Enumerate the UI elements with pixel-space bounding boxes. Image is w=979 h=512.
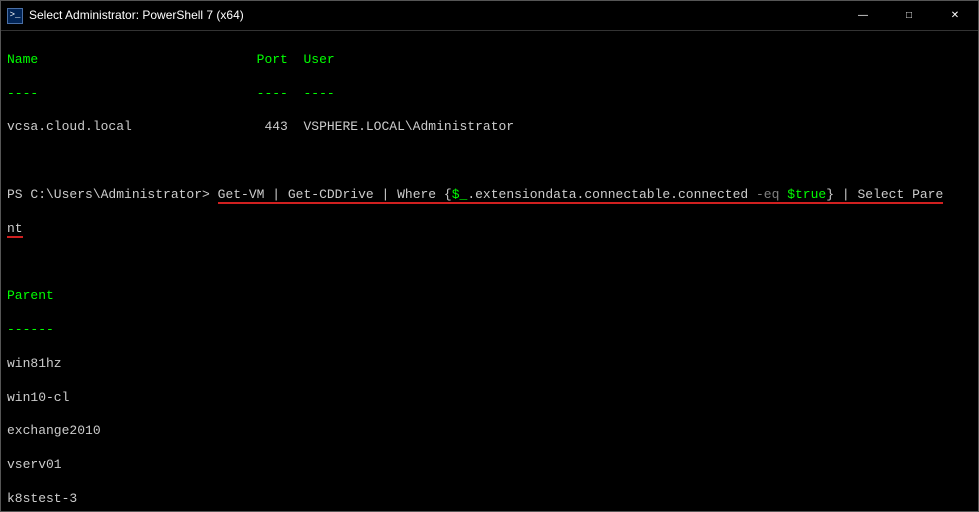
cmd1-true: $true bbox=[787, 187, 826, 204]
maximize-button[interactable]: □ bbox=[886, 1, 932, 30]
conn-name: vcsa.cloud.local bbox=[7, 119, 132, 134]
cmd1-eq: -eq bbox=[756, 187, 779, 204]
cmd1-wrap: nt bbox=[7, 221, 23, 238]
col-name-header: Name bbox=[7, 52, 38, 67]
parent-item: win10-cl bbox=[7, 390, 69, 405]
parent-item: exchange2010 bbox=[7, 423, 101, 438]
col-name-dash: ---- bbox=[7, 86, 38, 101]
conn-user: VSPHERE.LOCAL\Administrator bbox=[303, 119, 514, 134]
parent-item: win81hz bbox=[7, 356, 62, 371]
conn-port: 443 bbox=[264, 119, 287, 134]
cmd1-where: Where bbox=[397, 187, 436, 204]
powershell-icon: >_ bbox=[7, 8, 23, 24]
prompt: PS C:\Users\Administrator> bbox=[7, 187, 218, 202]
terminal-output[interactable]: Name Port User ---- ---- ---- vcsa.cloud… bbox=[1, 31, 978, 511]
parent-header-dash: ------ bbox=[7, 322, 54, 337]
cmd1-select: Select bbox=[857, 187, 904, 204]
parent-item: vserv01 bbox=[7, 457, 62, 472]
titlebar: >_ Select Administrator: PowerShell 7 (x… bbox=[1, 1, 978, 31]
col-user-header: User bbox=[303, 52, 334, 67]
minimize-button[interactable]: — bbox=[840, 1, 886, 30]
parent-header: Parent bbox=[7, 288, 54, 303]
col-port-header: Port bbox=[257, 52, 288, 67]
cmd1-var: $_ bbox=[452, 187, 468, 204]
cmd1-getcd: Get-CDDrive bbox=[288, 187, 374, 204]
window-title: Select Administrator: PowerShell 7 (x64) bbox=[29, 8, 840, 24]
parent-item: k8stest-3 bbox=[7, 491, 77, 506]
col-port-dash: ---- bbox=[257, 86, 288, 101]
close-button[interactable]: ✕ bbox=[932, 1, 978, 30]
col-user-dash: ---- bbox=[303, 86, 334, 101]
cmd1-getvm: Get-VM bbox=[218, 187, 265, 204]
window-controls: — □ ✕ bbox=[840, 1, 978, 30]
